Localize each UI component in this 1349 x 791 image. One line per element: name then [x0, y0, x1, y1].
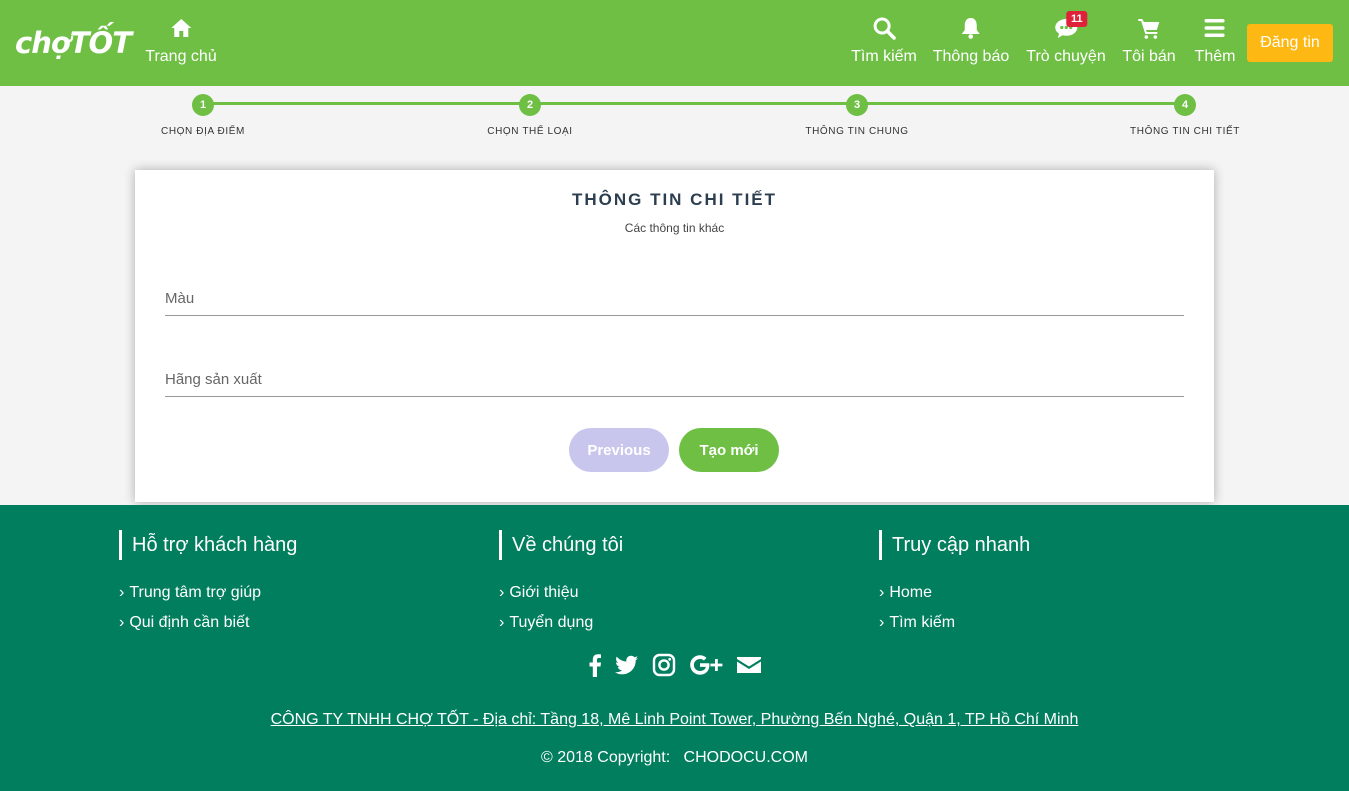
footer-link[interactable]: › Home: [879, 578, 1199, 608]
nav-notifications-label: Thông báo: [932, 48, 1010, 65]
footer-link[interactable]: › Trung tâm trợ giúp: [119, 578, 439, 608]
footer-heading: Truy cập nhanh: [879, 530, 1199, 560]
nav-sell[interactable]: Tôi bán: [1122, 16, 1176, 72]
chat-unread-badge: 11: [1065, 11, 1088, 27]
search-icon: [872, 16, 896, 40]
nav-sell-label: Tôi bán: [1122, 48, 1176, 65]
instagram-icon[interactable]: [652, 653, 676, 677]
chevron-right-icon: ›: [499, 584, 505, 601]
step-number: 2: [519, 94, 541, 116]
chevron-right-icon: ›: [879, 584, 885, 601]
step-number: 1: [192, 94, 214, 116]
social-links: [0, 653, 1349, 677]
footer-column-about: Về chúng tôi › Giới thiệu › Tuyển dụng: [499, 530, 819, 638]
footer-heading: Hỗ trợ khách hàng: [119, 530, 439, 560]
chotot-logo[interactable]: chợTỐT: [15, 26, 132, 60]
bell-icon: [959, 16, 983, 40]
color-field[interactable]: [165, 282, 1184, 316]
footer-link[interactable]: › Qui định cần biết: [119, 608, 439, 638]
chevron-right-icon: ›: [879, 614, 885, 631]
footer-link[interactable]: › Tìm kiếm: [879, 608, 1199, 638]
top-navbar: chợTỐT Trang chủ Tìm kiếm Thông báo 11 T…: [0, 0, 1349, 86]
previous-button[interactable]: Previous: [569, 428, 669, 472]
nav-search[interactable]: Tìm kiếm: [851, 16, 917, 72]
nav-home-label: Trang chủ: [145, 48, 217, 65]
copyright-site-link[interactable]: CHODOCU.COM: [684, 749, 808, 766]
footer-link[interactable]: › Giới thiệu: [499, 578, 819, 608]
post-ad-button[interactable]: Đăng tin: [1247, 24, 1333, 62]
google-plus-icon[interactable]: [689, 653, 723, 677]
home-icon: [169, 16, 193, 40]
chevron-right-icon: ›: [119, 584, 125, 601]
menu-icon: [1203, 16, 1227, 40]
email-icon[interactable]: [736, 653, 762, 677]
nav-more[interactable]: Thêm: [1194, 16, 1236, 72]
cart-icon: [1137, 16, 1161, 40]
nav-home[interactable]: Trang chủ: [145, 16, 217, 72]
step-1: 1 CHỌN ĐỊA ĐIỂM: [103, 94, 303, 137]
step-label: CHỌN THỂ LOẠI: [487, 126, 573, 137]
nav-search-label: Tìm kiếm: [851, 48, 917, 65]
chevron-right-icon: ›: [499, 614, 505, 631]
step-number: 3: [846, 94, 868, 116]
twitter-icon[interactable]: [614, 653, 639, 677]
copyright: © 2018 Copyright: CHODOCU.COM: [0, 749, 1349, 767]
stepper-line: [203, 102, 1185, 105]
nav-chat-label: Trò chuyện: [1026, 48, 1106, 65]
footer: Hỗ trợ khách hàng › Trung tâm trợ giúp › Q…: [0, 505, 1349, 791]
form-title: THÔNG TIN CHI TIẾT: [571, 190, 778, 209]
detail-form-card: THÔNG TIN CHI TIẾT Các thông tin khác Pr…: [135, 170, 1214, 502]
form-subtitle: Các thông tin khác: [624, 221, 725, 235]
step-number: 4: [1174, 94, 1196, 116]
chevron-right-icon: ›: [119, 614, 125, 631]
step-3: 3 THÔNG TIN CHUNG: [757, 94, 957, 137]
manufacturer-field[interactable]: [165, 363, 1184, 397]
footer-column-support: Hỗ trợ khách hàng › Trung tâm trợ giúp › Q…: [119, 530, 439, 638]
footer-link[interactable]: › Tuyển dụng: [499, 608, 819, 638]
footer-column-quick-access: Truy cập nhanh › Home › Tìm kiếm: [879, 530, 1199, 638]
company-address-link[interactable]: CÔNG TY TNHH CHỢ TỐT - Địa chỉ: Tầng 18,…: [0, 711, 1349, 729]
nav-notifications[interactable]: Thông báo: [932, 16, 1010, 72]
create-button[interactable]: Tạo mới: [679, 428, 779, 472]
step-label: THÔNG TIN CHI TIẾT: [1130, 126, 1240, 137]
step-2: 2 CHỌN THỂ LOẠI: [430, 94, 630, 137]
footer-heading: Về chúng tôi: [499, 530, 819, 560]
nav-chat[interactable]: 11 Trò chuyện: [1026, 11, 1106, 72]
facebook-icon[interactable]: [588, 653, 602, 677]
progress-stepper: 1 CHỌN ĐỊA ĐIỂM 2 CHỌN THỂ LOẠI 3 THÔNG …: [0, 86, 1349, 146]
copyright-text: © 2018 Copyright:: [541, 749, 671, 766]
step-label: THÔNG TIN CHUNG: [805, 126, 909, 137]
nav-more-label: Thêm: [1194, 48, 1236, 65]
step-4: 4 THÔNG TIN CHI TIẾT: [1085, 94, 1285, 137]
step-label: CHỌN ĐỊA ĐIỂM: [161, 126, 245, 137]
